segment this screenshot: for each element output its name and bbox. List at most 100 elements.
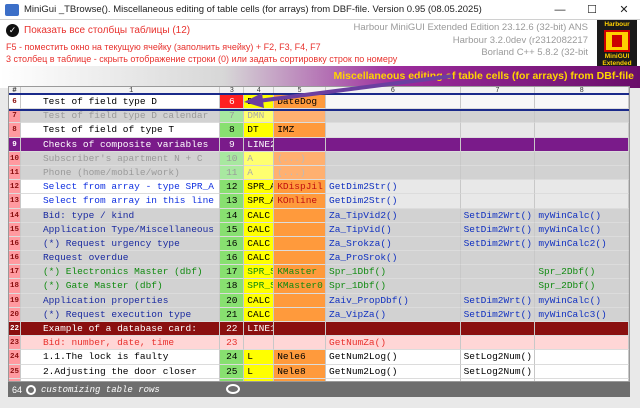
row-extra-cell[interactable]: KMaster0 <box>274 279 327 294</box>
row-number-cell[interactable]: 9 <box>9 137 21 152</box>
row-number-cell[interactable]: 6 <box>9 95 21 110</box>
row-func3-cell[interactable] <box>535 364 629 379</box>
row-extra-cell[interactable] <box>274 236 327 252</box>
row-number-cell[interactable]: 17 <box>9 265 21 280</box>
row-code-cell[interactable]: 6 <box>220 95 245 110</box>
row-extra-cell[interactable] <box>274 293 327 308</box>
row-func3-cell[interactable]: myWinCalc() <box>535 222 629 237</box>
row-func-cell[interactable]: Za_Srokza() <box>326 236 461 252</box>
row-extra-cell[interactable] <box>274 336 327 351</box>
row-code-cell[interactable]: 10 <box>220 151 245 166</box>
table-row[interactable]: 16 Request overdue 16 CALC Za_ProSrok() <box>9 251 629 266</box>
row-extra-cell[interactable]: KDispJil <box>274 180 327 195</box>
row-number-cell[interactable]: 18 <box>9 279 21 294</box>
row-number-cell[interactable]: 14 <box>9 208 21 223</box>
row-number-cell[interactable]: 13 <box>9 194 21 209</box>
check-icon[interactable]: ✓ <box>6 24 19 37</box>
row-func-cell[interactable] <box>326 322 461 337</box>
table-row[interactable]: 22 Example of a database card: 22 LINE1 <box>9 322 629 337</box>
row-func-cell[interactable] <box>326 109 461 124</box>
row-func-cell[interactable]: Zaiv_PropDbf() <box>326 293 461 308</box>
row-func3-cell[interactable] <box>535 109 629 124</box>
row-func3-cell[interactable]: Spr_2Dbf() <box>535 279 629 294</box>
row-name-cell[interactable]: (*) Request execution type <box>20 307 221 322</box>
row-func2-cell[interactable] <box>460 322 536 337</box>
row-func2-cell[interactable] <box>460 279 536 294</box>
row-func3-cell[interactable] <box>535 151 629 166</box>
row-func2-cell[interactable]: SetDim2Wrt() <box>460 222 536 237</box>
table-row[interactable]: 13 Select from array in this line 13 SPR_A K… <box>9 194 629 209</box>
row-func2-cell[interactable]: SetDim2Wrt() <box>460 236 536 252</box>
row-code-cell[interactable]: 13 <box>220 194 245 209</box>
row-number-cell[interactable]: 20 <box>9 307 21 322</box>
row-name-cell[interactable]: Phone (home/mobile/work) <box>20 165 221 181</box>
row-code-cell[interactable]: 17 <box>220 265 245 280</box>
row-func3-cell[interactable] <box>535 165 629 181</box>
row-func3-cell[interactable] <box>535 194 629 209</box>
row-extra-cell[interactable] <box>274 222 327 237</box>
row-number-cell[interactable]: 11 <box>9 165 21 181</box>
row-extra-cell[interactable] <box>274 307 327 322</box>
row-name-cell[interactable]: Bid: number, date, time <box>20 336 221 351</box>
row-name-cell[interactable]: Subscriber's apartment N + C <box>20 151 221 166</box>
row-type-cell[interactable]: LINE1 <box>244 322 275 337</box>
row-number-cell[interactable]: 25 <box>9 364 21 379</box>
row-func2-cell[interactable] <box>460 336 536 351</box>
table-row[interactable]: 16 (*) Request urgency type 16 CALC Za_Srokz… <box>9 236 629 252</box>
table-row[interactable]: 20 (*) Request execution type 21 CALC Za_Vip… <box>9 307 629 322</box>
row-func-cell[interactable] <box>326 137 461 152</box>
table-row[interactable]: 25 2.Adjusting the door closer 25 L Nele8 Get… <box>9 364 629 379</box>
row-func2-cell[interactable] <box>460 123 536 138</box>
row-name-cell[interactable]: 1.1.The lock is faulty <box>20 350 221 365</box>
row-number-cell[interactable]: 7 <box>9 109 21 124</box>
row-func-cell[interactable]: GetDim2Str() <box>326 194 461 209</box>
row-func2-cell[interactable] <box>460 194 536 209</box>
row-type-cell[interactable]: A <box>244 165 275 181</box>
row-func3-cell[interactable] <box>535 95 629 110</box>
row-extra-cell[interactable] <box>274 251 327 266</box>
row-type-cell[interactable]: CALC <box>244 236 275 252</box>
row-type-cell[interactable]: SPR_A <box>244 194 275 209</box>
row-name-cell[interactable]: Application Type/Miscellaneous <box>20 222 221 237</box>
row-type-cell[interactable]: D <box>244 95 275 110</box>
row-func3-cell[interactable] <box>535 123 629 138</box>
table-row[interactable]: 18 (*) Gate Master (dbf) 18 SPR_S KMaster0 Sp… <box>9 279 629 294</box>
row-type-cell[interactable]: CALC <box>244 307 275 322</box>
row-type-cell[interactable]: DMN <box>244 109 275 124</box>
row-number-cell[interactable]: 10 <box>9 151 21 166</box>
maximize-icon[interactable]: ☐ <box>576 0 608 20</box>
row-func-cell[interactable] <box>326 165 461 181</box>
row-name-cell[interactable]: (*) Gate Master (dbf) <box>20 279 221 294</box>
row-code-cell[interactable]: 16 <box>220 251 245 266</box>
row-extra-cell[interactable] <box>274 322 327 337</box>
row-type-cell[interactable]: CALC <box>244 222 275 237</box>
row-extra-cell[interactable] <box>274 137 327 152</box>
row-code-cell[interactable]: 18 <box>220 279 245 294</box>
row-func3-cell[interactable] <box>535 180 629 195</box>
row-code-cell[interactable]: 7 <box>220 109 245 124</box>
row-code-cell[interactable]: 24 <box>220 350 245 365</box>
row-func2-cell[interactable] <box>460 137 536 152</box>
row-name-cell[interactable]: Checks of composite variables <box>20 137 221 152</box>
row-type-cell[interactable] <box>244 336 275 351</box>
table-row[interactable]: 9 Checks of composite variables 9 LINE2 <box>9 137 629 152</box>
row-func-cell[interactable] <box>326 123 461 138</box>
row-func2-cell[interactable]: SetDim2Wrt() <box>460 307 536 322</box>
row-func2-cell[interactable] <box>460 109 536 124</box>
table-row[interactable]: 6 Test of field type D 6 D DateDog <box>9 92 629 112</box>
row-number-cell[interactable]: 23 <box>9 336 21 351</box>
row-func2-cell[interactable] <box>460 180 536 195</box>
row-code-cell[interactable]: 15 <box>220 222 245 237</box>
row-type-cell[interactable]: L <box>244 350 275 365</box>
table-body[interactable]: 6 Test of field type D 6 D DateDog 7 Test of f… <box>9 92 629 381</box>
table-row[interactable]: 19 Application properties 20 CALC Zaiv_PropD… <box>9 293 629 308</box>
row-func2-cell[interactable] <box>460 265 536 280</box>
row-name-cell[interactable]: 2.Adjusting the door closer <box>20 364 221 379</box>
row-code-cell[interactable]: 20 <box>220 293 245 308</box>
row-type-cell[interactable]: LINE2 <box>244 137 275 152</box>
table-row[interactable]: 14 Bid: type / kind 14 CALC Za_TipVid2() SetD… <box>9 208 629 223</box>
row-func3-cell[interactable]: myWinCalc3() <box>535 307 629 322</box>
row-func-cell[interactable]: Za_VipZa() <box>326 307 461 322</box>
row-number-cell[interactable]: 19 <box>9 293 21 308</box>
row-extra-cell[interactable]: DateDog <box>274 95 327 110</box>
